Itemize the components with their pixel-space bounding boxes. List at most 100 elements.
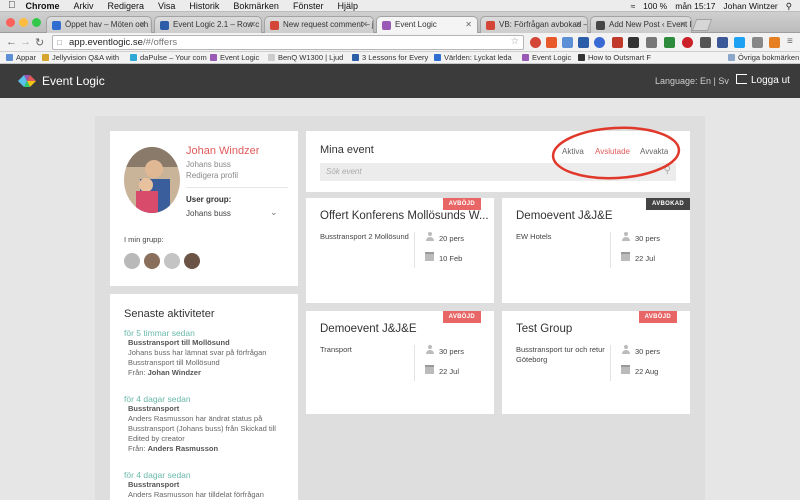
bookmark-favicon-icon [434,54,441,61]
wordpress-icon [596,21,605,30]
status-badge: AVBÖJD [638,311,677,323]
group-member-avatar[interactable] [164,253,180,269]
extension-icon[interactable] [546,37,557,48]
activity-heading[interactable]: Busstransport till Mollösund [124,338,266,348]
event-card[interactable]: AVBÖJD Demoevent J&J&E Transport 30 pers… [306,311,494,414]
url-bar[interactable]: □ app.eventlogic.se/#/offers ☆ [52,35,524,50]
app-brand[interactable]: Event Logic [42,74,105,88]
forward-arrow-icon[interactable]: → [20,36,31,48]
menu-hjalp[interactable]: Hjälp [337,1,358,11]
tab-close-icon[interactable]: ✕ [465,20,472,29]
extension-icon[interactable] [769,37,780,48]
bookmark-star-icon[interactable]: ☆ [510,36,519,47]
window-zoom-button[interactable] [32,18,41,27]
event-card[interactable]: AVBÖJD Test Group Busstransport tur och … [502,311,690,414]
browser-tab[interactable]: Öppet hav – Möten och ko ✕ [46,16,152,33]
extension-icon[interactable] [646,37,657,48]
activity-item[interactable]: för 5 timmar sedan Busstransport till Mo… [124,328,266,378]
activity-heading[interactable]: Busstransport [124,480,264,490]
bookmark-item[interactable]: BenQ W1300 | Ljud [268,53,343,62]
bookmark-item[interactable]: daPulse – Your com [130,53,207,62]
tab-close-icon[interactable]: ✕ [679,20,686,29]
group-member-avatar[interactable] [184,253,200,269]
menu-fonster[interactable]: Fönster [293,1,324,11]
event-title[interactable]: Demoevent J&J&E [516,210,613,222]
calendar-icon [425,252,434,261]
extension-icon[interactable] [700,37,711,48]
extension-icon[interactable] [562,37,573,48]
menu-arkiv[interactable]: Arkiv [74,1,94,11]
bookmark-item[interactable]: Världen: Lyckat leda [434,53,512,62]
bookmark-favicon-icon [130,54,137,61]
profile-name[interactable]: Johan Windzer [186,145,259,157]
calendar-icon [425,365,434,374]
extension-icon[interactable] [530,37,541,48]
bookmark-folder[interactable]: Övriga bokmärken [728,53,799,62]
event-title[interactable]: Demoevent J&J&E [320,323,417,335]
event-title[interactable]: Test Group [516,323,572,335]
bookmark-item[interactable]: How to Outsmart F [578,53,651,62]
browser-tab-active[interactable]: Event Logic ✕ [376,16,478,33]
event-logic-logo-icon[interactable] [18,73,36,89]
apple-icon[interactable]:  [8,0,16,11]
clock[interactable]: mån 15:17 [675,1,715,11]
activity-heading[interactable]: Busstransport [124,404,276,414]
events-title: Mina event [320,144,374,156]
menu-redigera[interactable]: Redigera [108,1,145,11]
extension-icon[interactable] [612,37,623,48]
menu-icon[interactable]: ≡ [787,36,793,47]
reload-icon[interactable]: ↻ [35,36,44,49]
menu-app-name[interactable]: Chrome [26,1,60,11]
menu-visa[interactable]: Visa [158,1,175,11]
bookmark-item[interactable]: Event Logic [522,53,571,62]
bookmark-item[interactable]: Event Logic [210,53,259,62]
activity-item[interactable]: för 4 dagar sedan Busstransport Anders R… [124,470,264,500]
window-close-button[interactable] [6,18,15,27]
battery-percent[interactable]: 100 % [643,1,667,11]
wifi-icon[interactable]: ≈ [630,1,635,11]
page-info-icon[interactable]: □ [57,38,62,47]
extension-icon[interactable] [717,37,728,48]
browser-tab[interactable]: New request comment – ju ✕ [264,16,374,33]
extension-icon[interactable] [664,37,675,48]
pinterest-icon[interactable] [682,37,693,48]
extension-icon[interactable] [594,37,605,48]
event-title[interactable]: Offert Konferens Mollösunds W... [320,210,490,222]
activity-from: Johan Windzer [147,368,201,377]
tab-close-icon[interactable]: ✕ [249,20,256,29]
chevron-down-icon[interactable]: ⌄ [270,207,278,218]
language-switcher[interactable]: Language: En | Sv [655,76,729,86]
window-minimize-button[interactable] [19,18,28,27]
new-tab-button[interactable] [691,19,713,31]
tab-close-icon[interactable]: ✕ [139,20,146,29]
extension-icon[interactable] [628,37,639,48]
activity-text: Edited by creator [128,434,185,443]
browser-tab[interactable]: Add New Post ‹ Event Logi✕ [590,16,692,33]
bookmark-item[interactable]: Appar [6,53,36,62]
activity-item[interactable]: för 4 dagar sedan Busstransport Anders R… [124,394,276,454]
tab-close-icon[interactable]: ✕ [361,20,368,29]
back-arrow-icon[interactable]: ← [6,36,17,48]
spotlight-icon[interactable]: ⚲ [786,1,792,12]
url-path: /#/offers [142,37,178,48]
tab-close-icon[interactable]: ✕ [575,20,582,29]
extension-icon[interactable] [734,37,745,48]
event-people: 30 pers [621,232,660,243]
avatar[interactable] [124,147,180,213]
browser-tab[interactable]: Event Logic 2.1 – Row c ✕ [154,16,262,33]
menu-bokmarken[interactable]: Bokmärken [233,1,279,11]
user-group-select[interactable]: Johans buss [186,209,231,218]
logout-button[interactable]: Logga ut [736,74,790,86]
menu-historik[interactable]: Historik [189,1,219,11]
extension-icon[interactable] [578,37,589,48]
event-card[interactable]: AVBOKAD Demoevent J&J&E EW Hotels 30 per… [502,198,690,303]
browser-tab[interactable]: VB: Förfrågan avbokad – ja ✕ [480,16,588,33]
bookmark-item[interactable]: 3 Lessons for Every [352,53,428,62]
extension-icon[interactable] [752,37,763,48]
event-card[interactable]: AVBÖJD Offert Konferens Mollösunds W... … [306,198,494,303]
group-member-avatar[interactable] [124,253,140,269]
bookmark-item[interactable]: Jellyvision Q&A with [42,53,119,62]
group-member-avatar[interactable] [144,253,160,269]
edit-profile-link[interactable]: Redigera profil [186,171,238,180]
os-user-name[interactable]: Johan Wintzer [723,1,777,11]
